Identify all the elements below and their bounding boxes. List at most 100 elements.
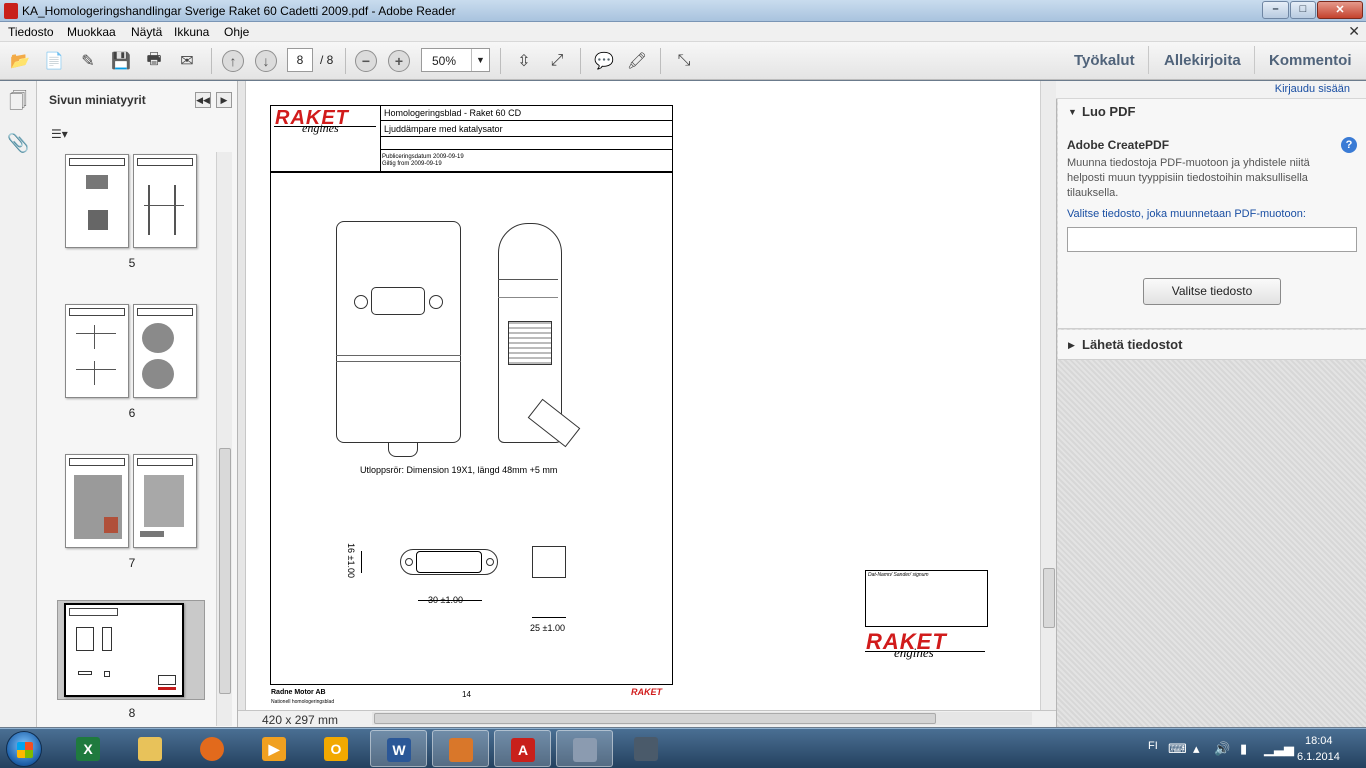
- thumbnail-page-8[interactable]: [57, 600, 205, 700]
- attachments-icon[interactable]: 📎: [7, 133, 29, 157]
- thumbnail-options-icon[interactable]: ☰▾: [51, 127, 75, 145]
- raket-logo-large-sub: engines: [894, 645, 934, 660]
- send-files-header[interactable]: Lähetä tiedostot: [1082, 337, 1182, 352]
- document-scrollbar[interactable]: [1040, 81, 1056, 710]
- taskbar-adobe-reader[interactable]: A: [494, 730, 551, 767]
- pane-splitter[interactable]: [238, 81, 246, 727]
- taskbar-explorer[interactable]: [122, 730, 179, 767]
- thumbnail-page-6[interactable]: [63, 304, 199, 398]
- firefox-icon: [200, 737, 224, 761]
- scrollbar-thumb[interactable]: [1043, 568, 1055, 628]
- dim-line: [361, 551, 362, 573]
- horizontal-scrollbar[interactable]: [372, 712, 1032, 725]
- catalyst-section: [508, 321, 552, 365]
- calculator-icon: [634, 737, 658, 761]
- toolbar-separator: [580, 48, 581, 74]
- scrollbar-thumb[interactable]: [219, 448, 231, 694]
- start-button[interactable]: [6, 731, 42, 767]
- expand-panel-icon[interactable]: ▶: [216, 92, 232, 108]
- language-indicator[interactable]: FI: [1148, 740, 1158, 752]
- sign-in-link[interactable]: Kirjaudu sisään: [1275, 83, 1350, 95]
- outlet-note: Utloppsrör: Dimension 19X1, längd 48mm +…: [360, 465, 558, 475]
- chevron-down-icon[interactable]: ▼: [471, 49, 489, 71]
- footer-subtitle: Nationell homologeringsblad: [271, 699, 335, 705]
- sheet-title: Homologeringsblad - Raket 60 CD: [384, 108, 522, 118]
- menu-bar: Tiedosto Muokkaa Näytä Ikkuna Ohje ✕: [0, 22, 1366, 42]
- tab-comment[interactable]: Kommentoi: [1269, 52, 1352, 69]
- fit-page-icon[interactable]: ⤢: [545, 49, 569, 73]
- file-input[interactable]: [1067, 227, 1357, 252]
- edit-icon[interactable]: ✎: [76, 49, 100, 73]
- previous-page-icon[interactable]: ↑: [222, 50, 244, 72]
- thumbnail-label: 6: [128, 406, 136, 420]
- thumbnail-page-7[interactable]: [63, 454, 199, 548]
- scrollbar-thumb[interactable]: [374, 713, 936, 724]
- muffler-seam: [336, 361, 461, 362]
- page-size: 420 x 297 mm: [262, 713, 339, 727]
- email-icon[interactable]: ✉: [175, 49, 199, 73]
- taskbar-media[interactable]: ▶: [246, 730, 303, 767]
- tools-panel-top: Kirjaudu sisään: [1056, 81, 1366, 99]
- read-mode-icon[interactable]: ⤡: [672, 49, 696, 73]
- page-number-input[interactable]: 8: [287, 48, 313, 72]
- clock-time[interactable]: 18:04: [1305, 735, 1333, 747]
- taskbar-calculator[interactable]: [618, 730, 675, 767]
- collapsed-triangle-icon[interactable]: ▶: [1068, 340, 1075, 351]
- select-file-button[interactable]: Valitse tiedosto: [1143, 278, 1281, 305]
- clock-date[interactable]: 6.1.2014: [1297, 751, 1340, 763]
- minimize-button[interactable]: –: [1262, 1, 1289, 19]
- next-page-icon[interactable]: ↓: [255, 50, 277, 72]
- open-icon[interactable]: 📂: [8, 49, 32, 73]
- zoom-in-icon[interactable]: +: [388, 50, 410, 72]
- send-files-section[interactable]: ▶ Lähetä tiedostot: [1058, 330, 1366, 360]
- windows-logo-icon: [17, 742, 33, 758]
- menu-tiedosto[interactable]: Tiedosto: [8, 25, 54, 39]
- mount-hole: [354, 295, 368, 309]
- taskbar-excel[interactable]: X: [60, 730, 117, 767]
- close-document-icon[interactable]: ✕: [1348, 23, 1360, 40]
- taskbar-firefox[interactable]: [184, 730, 241, 767]
- network-icon[interactable]: ▁▃▅: [1264, 741, 1294, 757]
- fit-width-icon[interactable]: ⇳: [512, 49, 536, 73]
- thumbnail-page-5[interactable]: [63, 154, 199, 248]
- outlook-icon: O: [324, 737, 348, 761]
- flange-hole: [405, 558, 413, 566]
- createpdf-title: Adobe CreatePDF: [1067, 138, 1170, 152]
- print-icon[interactable]: 🖶: [142, 49, 166, 73]
- paint-icon: [449, 738, 473, 762]
- taskbar-snipping[interactable]: [556, 730, 613, 767]
- volume-icon[interactable]: 🔊: [1214, 741, 1230, 757]
- battery-icon[interactable]: ▮: [1240, 741, 1247, 757]
- maximize-button[interactable]: □: [1290, 1, 1316, 19]
- tab-sign[interactable]: Allekirjoita: [1164, 52, 1241, 69]
- create-pdf-header[interactable]: Luo PDF: [1082, 104, 1135, 119]
- create-pdf-icon[interactable]: 📄: [42, 49, 66, 73]
- toolbar-separator: [500, 48, 501, 74]
- mount-hole: [429, 295, 443, 309]
- collapse-panel-icon[interactable]: ◀◀: [195, 92, 211, 108]
- show-hidden-icons-icon[interactable]: ▴: [1193, 741, 1200, 757]
- save-icon[interactable]: 💾: [109, 49, 133, 73]
- thumbnails-scrollbar[interactable]: [216, 152, 232, 726]
- help-icon[interactable]: ?: [1341, 137, 1357, 153]
- comment-icon[interactable]: 💬: [592, 49, 616, 73]
- taskbar-word[interactable]: W: [370, 730, 427, 767]
- expanded-triangle-icon[interactable]: ▼: [1068, 107, 1077, 117]
- taskbar-outlook[interactable]: O: [308, 730, 365, 767]
- menu-muokkaa[interactable]: Muokkaa: [67, 25, 116, 39]
- menu-ikkuna[interactable]: Ikkuna: [174, 25, 209, 39]
- page-thumbnails-icon[interactable]: 🗍: [7, 89, 29, 113]
- select-file-label: Valitse tiedosto, joka muunnetaan PDF-mu…: [1067, 208, 1306, 220]
- menu-nayta[interactable]: Näytä: [131, 25, 162, 39]
- side-line: [498, 297, 558, 298]
- createpdf-description: Muunna tiedostoja PDF-muotoon ja yhdiste…: [1067, 157, 1310, 199]
- tab-tools[interactable]: Työkalut: [1074, 52, 1135, 69]
- keyboard-icon[interactable]: ⌨: [1168, 741, 1187, 757]
- menu-ohje[interactable]: Ohje: [224, 25, 249, 39]
- close-button[interactable]: ✕: [1317, 1, 1363, 19]
- taskbar-paint[interactable]: [432, 730, 489, 767]
- zoom-select[interactable]: 50% ▼: [421, 48, 490, 72]
- toolbar-separator: [345, 48, 346, 74]
- highlight-icon[interactable]: 🖍: [625, 49, 649, 73]
- zoom-out-icon[interactable]: −: [355, 50, 377, 72]
